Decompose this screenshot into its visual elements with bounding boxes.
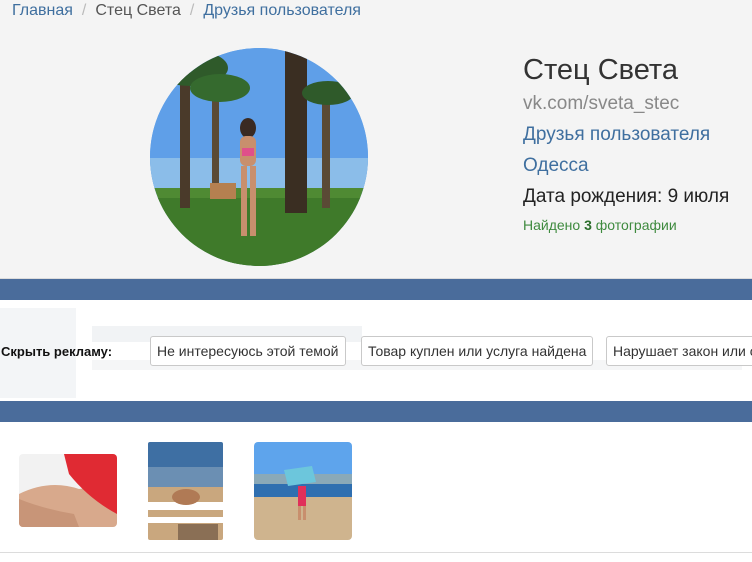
breadcrumb-separator: /: [189, 2, 195, 19]
profile-header: Главная / Стец Света / Друзья пользователя С…: [0, 0, 752, 279]
found-count: 3: [584, 217, 592, 233]
profile-name: Стец Света: [523, 54, 678, 86]
found-prefix: Найдено: [523, 217, 581, 233]
photo-list: [0, 422, 752, 553]
breadcrumb: Главная / Стец Света / Друзья пользователя: [12, 2, 361, 20]
profile-url: vk.com/sveta_stec: [523, 93, 680, 114]
breadcrumb-friends-link[interactable]: Друзья пользователя: [203, 2, 361, 19]
found-suffix: фотографии: [595, 217, 677, 233]
ad-hide-panel: Скрыть рекламу: Не интересуюсь этой темо…: [0, 300, 752, 401]
avatar[interactable]: [150, 48, 368, 266]
breadcrumb-separator: /: [81, 2, 87, 19]
breadcrumb-home-link[interactable]: Главная: [12, 2, 73, 19]
photo-thumbnail[interactable]: [148, 442, 223, 540]
divider-bar: [0, 401, 752, 422]
hide-reason-illegal-button[interactable]: Нарушает закон или о: [606, 336, 752, 366]
hide-reason-not-interested-button[interactable]: Не интересуюсь этой темой: [150, 336, 346, 366]
birthday: Дата рождения: 9 июля: [523, 186, 730, 207]
photo-thumbnail[interactable]: [254, 442, 352, 540]
hide-reason-already-bought-button[interactable]: Товар куплен или услуга найдена: [361, 336, 594, 366]
photos-found-count: Найдено 3 фотографии: [523, 217, 729, 233]
friends-link[interactable]: Друзья пользователя: [523, 124, 729, 146]
divider-bar: [0, 279, 752, 300]
photo-thumbnail[interactable]: [19, 454, 117, 527]
profile-info: Стец Света vk.com/sveta_stec Друзья поль…: [523, 52, 729, 233]
city-link[interactable]: Одесса: [523, 155, 729, 177]
hide-ad-label: Скрыть рекламу:: [1, 344, 113, 359]
breadcrumb-profile: Стец Света: [95, 2, 181, 19]
